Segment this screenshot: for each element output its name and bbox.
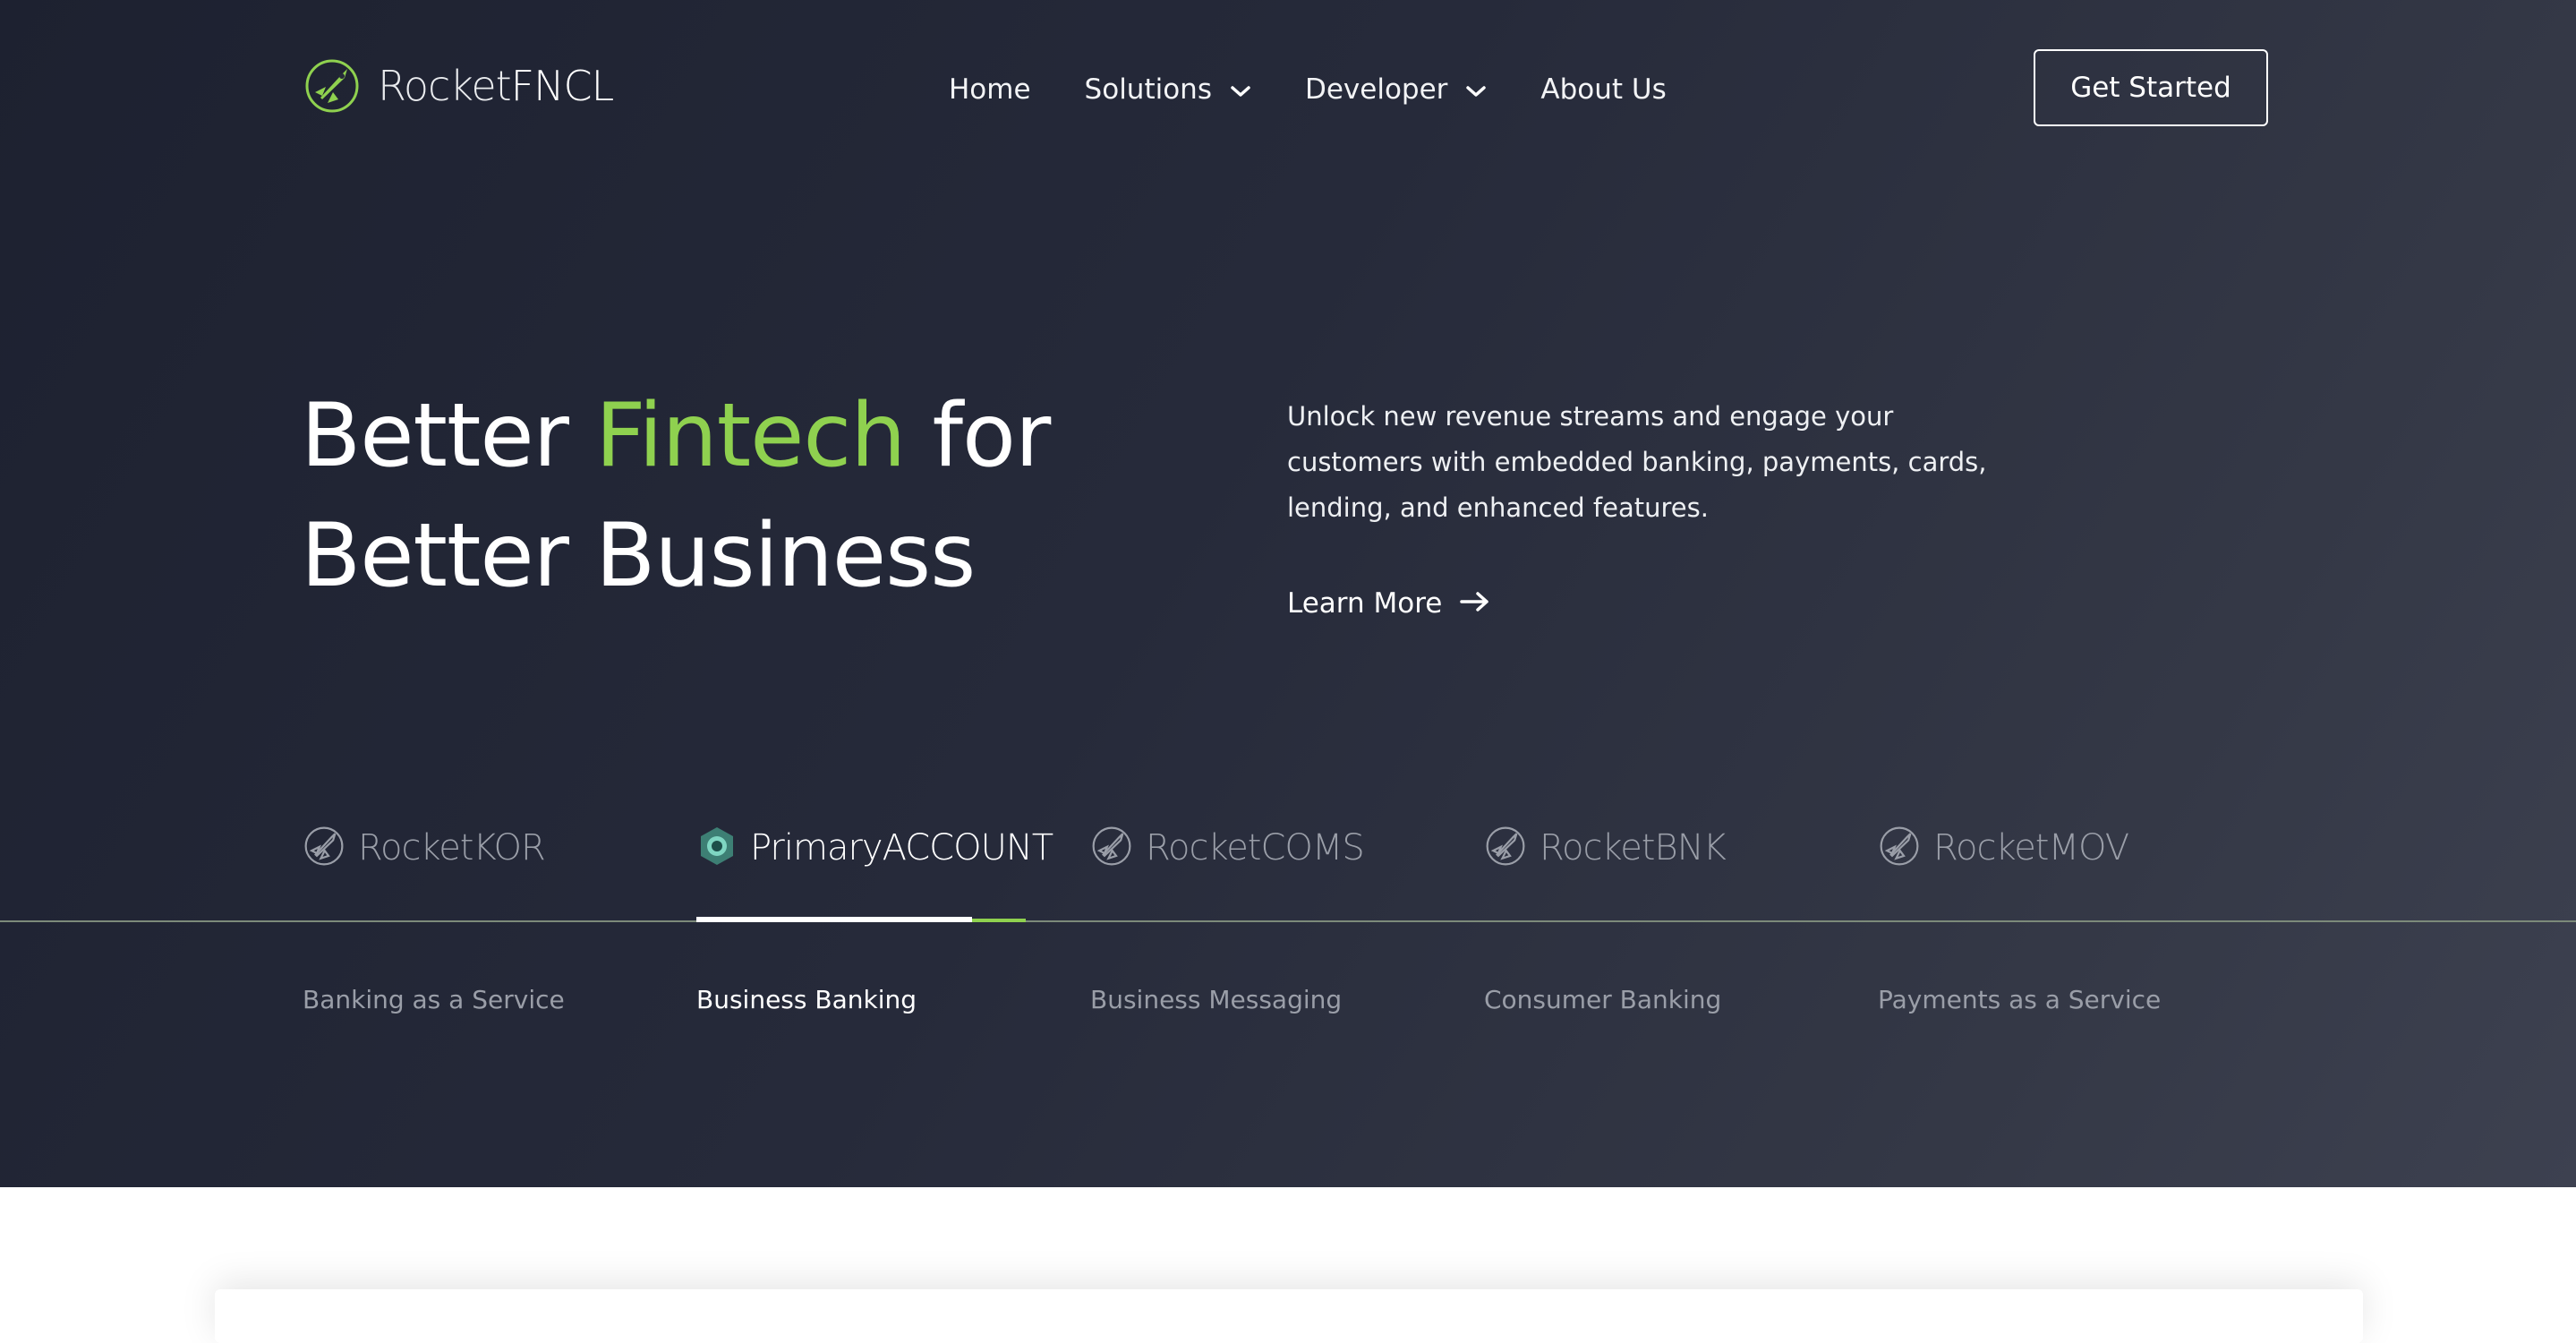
hero-section: RocketFNCL Home Solutions Developer Abou… — [0, 0, 2576, 1187]
nav-home[interactable]: Home — [949, 73, 1031, 106]
product-tab-primaryaccount[interactable]: PrimaryACCOUNT Business Banking — [696, 815, 1072, 1048]
nav-about-us[interactable]: About Us — [1540, 73, 1666, 106]
nav-about-us-label: About Us — [1540, 73, 1667, 106]
product-tab-label: Business Banking — [696, 985, 917, 1014]
nav-developer-label: Developer — [1304, 73, 1448, 106]
main-nav: Home Solutions Developer About Us — [949, 64, 1720, 115]
product-tab-label: Payments as a Service — [1878, 985, 2162, 1014]
product-tab-rocketmov[interactable]: RocketMOV Payments as a Service — [1878, 815, 2254, 1048]
headline-text: for — [905, 385, 1052, 487]
rocketmov-logo: RocketMOV — [1878, 825, 2129, 871]
rocketbnk-logo: RocketBNK — [1484, 825, 1727, 871]
rocket-icon — [1878, 825, 1921, 871]
product-tab-rocketkor[interactable]: RocketKOR Banking as a Service — [303, 815, 678, 1048]
product-tab-rocketbnk[interactable]: RocketBNK Consumer Banking — [1484, 815, 1860, 1048]
chevron-down-icon — [1465, 73, 1487, 106]
hero-subtext: Unlock new revenue streams and engage yo… — [1287, 401, 1987, 523]
learn-more-link[interactable]: Learn More — [1287, 587, 1490, 620]
product-brand: RocketBNK — [1540, 827, 1727, 868]
product-brand: RocketMOV — [1933, 827, 2129, 868]
site-logo[interactable]: RocketFNCL — [303, 56, 614, 116]
hero-headline: Better Fintech for Better Business — [301, 376, 1052, 616]
product-brand: RocketCOMS — [1146, 827, 1365, 868]
logo-wordmark: RocketFNCL — [378, 62, 614, 110]
product-brand: RocketKOR — [358, 827, 546, 868]
content-card — [215, 1289, 2363, 1343]
arrow-right-icon — [1460, 587, 1490, 620]
product-tab-label: Business Messaging — [1090, 985, 1343, 1014]
product-brand: PrimaryACCOUNT — [750, 827, 1053, 868]
nav-home-label: Home — [949, 73, 1031, 106]
headline-text: Better — [301, 385, 596, 487]
primaryaccount-logo: PrimaryACCOUNT — [696, 825, 1053, 870]
nav-developer[interactable]: Developer — [1305, 73, 1487, 106]
rocketkor-logo: RocketKOR — [303, 825, 546, 871]
nav-solutions-label: Solutions — [1084, 73, 1212, 106]
rocketcoms-logo: RocketCOMS — [1090, 825, 1365, 871]
nav-solutions[interactable]: Solutions — [1085, 73, 1251, 106]
product-tab-label: Banking as a Service — [303, 985, 565, 1014]
headline-accent: Fintech — [595, 385, 906, 487]
rocket-icon — [1484, 825, 1527, 871]
rocket-icon — [303, 825, 345, 871]
primary-account-icon — [696, 825, 738, 870]
headline-line-2: Better Business — [301, 505, 976, 607]
chevron-down-icon — [1230, 73, 1251, 106]
learn-more-label: Learn More — [1287, 587, 1443, 620]
rocket-icon — [1090, 825, 1133, 871]
get-started-button[interactable]: Get Started — [2034, 49, 2268, 126]
product-tab-label: Consumer Banking — [1484, 985, 1722, 1014]
product-tab-rocketcoms[interactable]: RocketCOMS Business Messaging — [1090, 815, 1466, 1048]
rocket-icon — [303, 56, 362, 115]
